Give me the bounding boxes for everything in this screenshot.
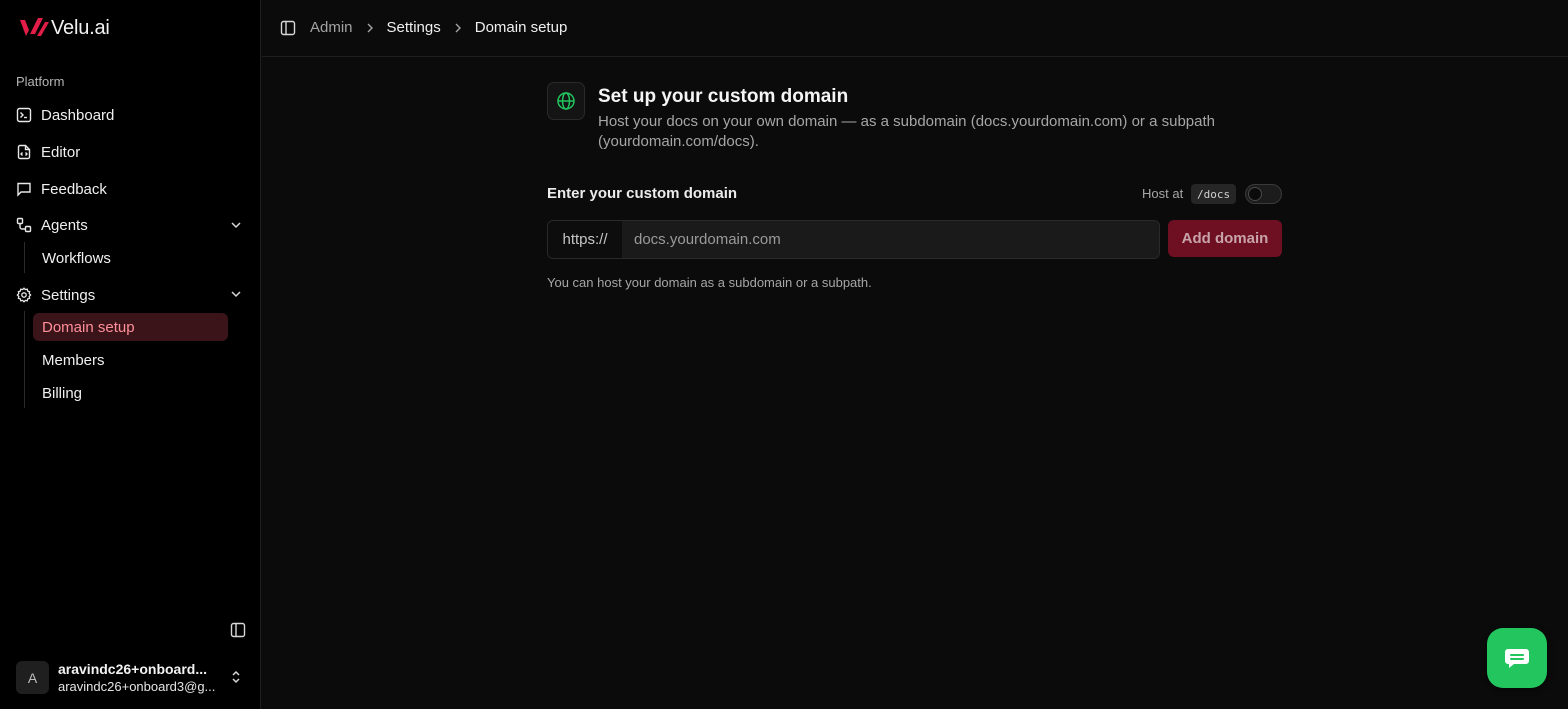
chat-launcher-button[interactable] bbox=[1487, 628, 1547, 688]
sidebar-item-domain-setup[interactable]: Domain setup bbox=[42, 316, 135, 338]
globe-badge bbox=[547, 82, 585, 120]
breadcrumb-settings[interactable]: Settings bbox=[387, 19, 441, 36]
page-description: Host your docs on your own domain — as a… bbox=[598, 113, 1215, 150]
breadcrumb: Admin Settings Domain setup bbox=[310, 19, 567, 36]
sidebar-item-label: Agents bbox=[41, 216, 88, 234]
gear-icon bbox=[16, 287, 32, 303]
add-domain-button[interactable]: Add domain bbox=[1168, 220, 1282, 257]
sidebar-item-editor[interactable]: Editor bbox=[16, 139, 80, 165]
tree-line bbox=[24, 311, 25, 408]
chevron-down-icon[interactable] bbox=[228, 286, 244, 302]
sidebar: Velu.ai Platform Dashboard Editor Feedba… bbox=[0, 0, 261, 709]
chevrons-up-down-icon[interactable] bbox=[228, 669, 244, 685]
breadcrumb-admin[interactable]: Admin bbox=[310, 19, 353, 36]
chevron-down-icon[interactable] bbox=[228, 217, 244, 233]
avatar: A bbox=[16, 661, 49, 694]
sidebar-item-feedback[interactable]: Feedback bbox=[16, 176, 107, 202]
topbar: Admin Settings Domain setup bbox=[262, 0, 1568, 57]
sidebar-item-agents[interactable]: Agents bbox=[16, 212, 88, 238]
page-title: Set up your custom domain bbox=[598, 86, 849, 107]
tree-line bbox=[24, 242, 25, 273]
protocol-prefix: https:// bbox=[548, 221, 622, 258]
host-at-label: Host at bbox=[1142, 186, 1184, 201]
sidebar-item-members[interactable]: Members bbox=[42, 349, 105, 371]
user-name: aravindc26+onboard... bbox=[58, 661, 207, 677]
message-square-icon bbox=[17, 182, 31, 197]
velu-logo-icon bbox=[20, 18, 49, 36]
terminal-icon bbox=[16, 107, 32, 123]
globe-icon bbox=[557, 92, 575, 110]
chevron-right-icon bbox=[455, 23, 461, 32]
domain-input-group: https:// bbox=[547, 220, 1160, 259]
section-label-platform: Platform bbox=[16, 74, 65, 89]
sidebar-item-label: Feedback bbox=[41, 180, 107, 198]
sidebar-item-workflows[interactable]: Workflows bbox=[42, 247, 111, 269]
sidebar-item-dashboard[interactable]: Dashboard bbox=[16, 102, 114, 128]
host-subpath-toggle[interactable] bbox=[1245, 184, 1282, 204]
domain-field-label: Enter your custom domain bbox=[547, 185, 738, 202]
brand-name: Velu.ai bbox=[51, 16, 110, 39]
workflow-icon bbox=[16, 217, 32, 233]
helper-text: You can host your domain as a subdomain … bbox=[547, 275, 872, 290]
sidebar-item-label: Dashboard bbox=[41, 106, 115, 124]
logo[interactable]: Velu.ai bbox=[18, 16, 110, 40]
sidebar-item-label: Settings bbox=[41, 286, 96, 304]
sidebar-item-label: Editor bbox=[41, 143, 81, 161]
user-email: aravindc26+onboard3@g... bbox=[58, 679, 216, 694]
sidebar-toggle-icon[interactable] bbox=[280, 20, 296, 36]
user-menu[interactable]: A aravindc26+onboard... aravindc26+onboa… bbox=[16, 661, 246, 694]
host-path-chip: /docs bbox=[1191, 184, 1237, 204]
chat-bubble-icon bbox=[1505, 649, 1529, 668]
chevron-right-icon bbox=[367, 23, 373, 32]
domain-input[interactable] bbox=[622, 221, 1159, 258]
sidebar-collapse-icon[interactable] bbox=[230, 622, 246, 638]
breadcrumb-domain-setup: Domain setup bbox=[474, 19, 568, 36]
file-code-icon bbox=[17, 144, 31, 160]
sidebar-item-billing[interactable]: Billing bbox=[42, 382, 82, 404]
toggle-knob bbox=[1248, 187, 1262, 201]
sidebar-item-settings[interactable]: Settings bbox=[16, 282, 95, 308]
